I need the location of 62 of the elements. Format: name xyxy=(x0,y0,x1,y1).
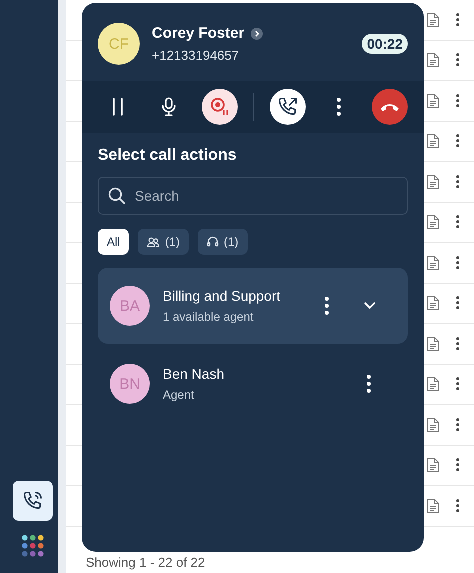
chevron-right-icon[interactable] xyxy=(250,28,263,40)
contact-subtitle: Agent xyxy=(163,388,196,402)
contact-name: Ben Nash xyxy=(163,366,226,382)
kebab-menu-icon[interactable] xyxy=(456,133,460,150)
document-icon[interactable] xyxy=(426,133,440,150)
kebab-menu-icon[interactable] xyxy=(324,296,330,316)
document-icon[interactable] xyxy=(426,174,440,190)
kebab-menu-icon[interactable] xyxy=(456,416,460,433)
contact-avatar: BN xyxy=(110,364,150,404)
pagination-status: Showing 1 - 22 of 22 xyxy=(86,554,206,570)
chevron-down-icon[interactable] xyxy=(364,302,376,310)
kebab-menu-icon xyxy=(336,97,342,117)
contact-name: Billing and Support xyxy=(163,288,282,304)
caller-phone: +12133194657 xyxy=(152,48,240,63)
kebab-menu-icon[interactable] xyxy=(456,174,460,190)
caller-avatar: CF xyxy=(98,23,140,65)
kebab-menu-icon[interactable] xyxy=(456,92,460,109)
document-icon[interactable] xyxy=(426,457,440,474)
document-icon[interactable] xyxy=(426,376,440,392)
kebab-menu-icon[interactable] xyxy=(366,374,372,394)
headset-icon xyxy=(207,236,220,248)
document-icon[interactable] xyxy=(426,498,440,514)
search-icon xyxy=(108,187,126,205)
phone-button[interactable] xyxy=(13,481,53,521)
microphone-icon xyxy=(161,97,178,117)
kebab-menu-icon[interactable] xyxy=(456,336,460,352)
kebab-menu-icon[interactable] xyxy=(456,254,460,271)
phone-forward-icon xyxy=(276,96,299,118)
record-button[interactable] xyxy=(202,89,238,125)
hang-up-button[interactable] xyxy=(372,89,408,125)
filter-tab[interactable]: (1) xyxy=(138,229,190,255)
document-icon[interactable] xyxy=(426,295,440,312)
record-pause-icon xyxy=(209,96,232,118)
kebab-menu-icon[interactable] xyxy=(456,498,460,514)
kebab-menu-icon[interactable] xyxy=(456,457,460,474)
call-timer: 00:22 xyxy=(362,34,408,54)
kebab-menu-icon[interactable] xyxy=(456,12,460,28)
contact-avatar: BA xyxy=(110,286,150,326)
transfer-call-button[interactable] xyxy=(270,89,306,125)
filter-tab[interactable]: (1) xyxy=(198,229,248,255)
kebab-menu-icon[interactable] xyxy=(456,295,460,312)
pause-icon xyxy=(111,97,125,117)
contact-item[interactable]: BN Ben Nash Agent xyxy=(98,346,408,422)
contact-item[interactable]: BA Billing and Support 1 available agent xyxy=(98,268,408,344)
group-icon xyxy=(147,236,160,248)
kebab-menu-icon[interactable] xyxy=(456,376,460,392)
document-icon[interactable] xyxy=(426,12,440,28)
document-icon[interactable] xyxy=(426,214,440,230)
document-icon[interactable] xyxy=(426,92,440,109)
document-icon[interactable] xyxy=(426,254,440,271)
document-icon[interactable] xyxy=(426,336,440,352)
kebab-menu-icon[interactable] xyxy=(456,52,460,68)
caller-name: Corey Foster xyxy=(152,25,245,42)
document-icon[interactable] xyxy=(426,52,440,68)
search-field[interactable]: Search xyxy=(98,177,408,215)
kebab-menu-icon[interactable] xyxy=(456,214,460,230)
document-icon[interactable] xyxy=(426,416,440,433)
contact-subtitle: 1 available agent xyxy=(163,310,255,324)
filter-tab[interactable]: All xyxy=(98,229,130,255)
apps-grid-icon[interactable] xyxy=(22,535,44,557)
phone-icon xyxy=(22,490,44,512)
section-title: Select call actions xyxy=(98,147,238,165)
